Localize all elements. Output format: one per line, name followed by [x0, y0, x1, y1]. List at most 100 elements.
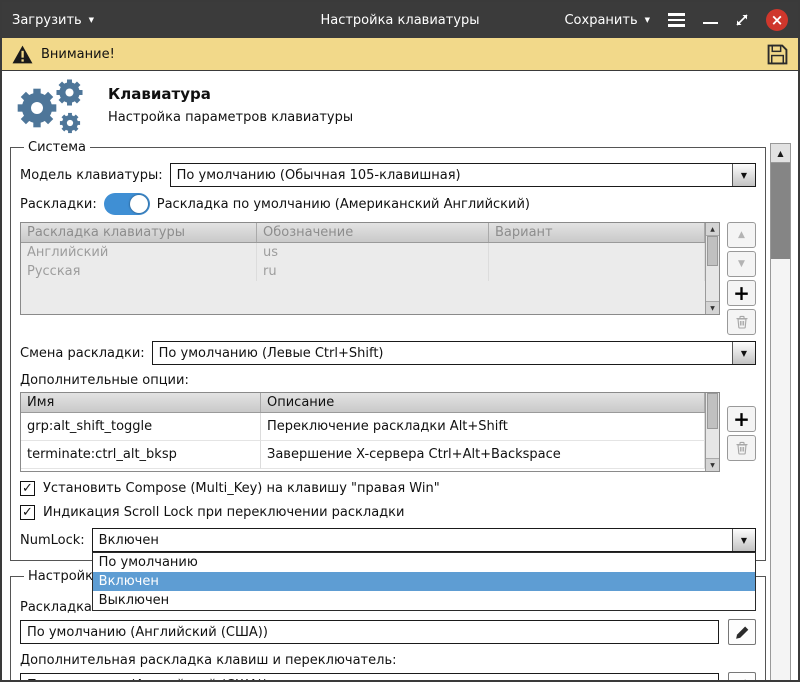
chevron-down-icon: ▼	[645, 17, 650, 24]
column-header: Имя	[21, 393, 261, 412]
layouts-table-scrollbar[interactable]: ▲ ▼	[705, 223, 719, 314]
edit-extra-layout-button[interactable]	[728, 672, 756, 682]
layouts-table-buttons: ▲ ▼ +	[727, 222, 756, 335]
layouts-label: Раскладки:	[20, 197, 97, 212]
menu-icon[interactable]	[666, 10, 687, 30]
console-layout-field[interactable]: По умолчанию (Английский (США))	[20, 620, 719, 644]
cell-option-desc: Завершение X-сервера Ctrl+Alt+Backspace	[261, 441, 705, 469]
scroll-up-icon[interactable]: ▲	[706, 223, 719, 236]
titlebar-controls: Сохранить ▼ ×	[564, 9, 788, 31]
numlock-dropdown-list: По умолчанию Включен Выключен	[92, 552, 756, 611]
table-row: Русская ru	[21, 262, 705, 281]
chevron-down-icon[interactable]: ▼	[732, 529, 755, 551]
numlock-select[interactable]: Включен ▼	[92, 528, 756, 552]
load-menu-button[interactable]: Загрузить ▼	[12, 13, 94, 28]
save-label: Сохранить	[564, 13, 637, 28]
check-icon: ✓	[22, 506, 33, 519]
extra-options-label: Дополнительные опции:	[20, 373, 756, 388]
system-legend: Система	[24, 140, 90, 155]
pencil-icon	[735, 625, 750, 640]
extra-layout-label: Дополнительная раскладка клавиш и перекл…	[20, 653, 756, 668]
close-glyph: ×	[771, 13, 784, 28]
layouts-table-header: Раскладка клавиатуры Обозначение Вариант	[21, 223, 705, 243]
save-menu-button[interactable]: Сохранить ▼	[564, 13, 650, 28]
scroll-thumb[interactable]	[707, 236, 718, 266]
minimize-icon[interactable]	[703, 22, 718, 25]
column-header: Обозначение	[257, 223, 489, 242]
scroll-thumb[interactable]	[707, 393, 718, 429]
table-row[interactable]: grp:alt_shift_toggle Переключение раскла…	[21, 413, 705, 441]
numlock-label: NumLock:	[20, 533, 85, 548]
extra-options-buttons: +	[727, 392, 756, 461]
scroll-thumb[interactable]	[771, 163, 790, 259]
move-up-button: ▲	[727, 222, 756, 248]
console-layout-value: По умолчанию (Английский (США))	[27, 625, 268, 640]
pencil-icon	[735, 678, 750, 682]
page-header: Клавиатура Настройка параметров клавиату…	[2, 71, 798, 138]
column-header: Вариант	[489, 223, 705, 242]
scroll-up-icon[interactable]: ▲	[771, 144, 790, 163]
switch-layout-value: По умолчанию (Левые Ctrl+Shift)	[153, 342, 732, 364]
extra-layout-field[interactable]: По умолчанию (Английский (США))	[20, 673, 719, 682]
scrolllock-checkbox-label: Индикация Scroll Lock при переключении р…	[43, 505, 404, 520]
table-row[interactable]: terminate:ctrl_alt_bksp Завершение X-сер…	[21, 441, 705, 469]
layouts-table: Раскладка клавиатуры Обозначение Вариант…	[20, 222, 720, 315]
numlock-option-on[interactable]: Включен	[93, 572, 755, 591]
table-row: Английский us	[21, 243, 705, 262]
cell-variant	[489, 262, 705, 281]
extra-options-scrollbar[interactable]: ▼	[705, 393, 719, 471]
warning-icon	[12, 45, 33, 64]
delete-layout-button	[727, 309, 756, 335]
chevron-down-icon[interactable]: ▼	[732, 164, 755, 186]
add-layout-button[interactable]: +	[727, 280, 756, 306]
switch-layout-label: Смена раскладки:	[20, 346, 145, 361]
add-option-button[interactable]: +	[727, 406, 756, 432]
cell-layout: Русская	[21, 262, 257, 281]
default-layout-toggle[interactable]	[104, 193, 150, 215]
toggle-knob	[130, 195, 148, 213]
keyboard-model-value: По умолчанию (Обычная 105-клавишная)	[171, 164, 732, 186]
check-icon: ✓	[22, 482, 33, 495]
page-title: Клавиатура	[108, 85, 353, 103]
warning-bar: Внимание!	[2, 38, 798, 71]
numlock-option-default[interactable]: По умолчанию	[93, 553, 755, 572]
trash-icon	[735, 441, 749, 455]
numlock-value: Включен	[93, 529, 732, 551]
keyboard-model-label: Модель клавиатуры:	[20, 168, 163, 183]
delete-option-button	[727, 435, 756, 461]
edit-console-layout-button[interactable]	[728, 619, 756, 645]
switch-layout-select[interactable]: По умолчанию (Левые Ctrl+Shift) ▼	[152, 341, 756, 365]
maximize-icon[interactable]	[734, 12, 750, 28]
warning-text: Внимание!	[41, 47, 115, 62]
save-file-icon[interactable]	[767, 44, 788, 65]
extra-layout-value: По умолчанию (Английский (США))	[27, 678, 268, 682]
cell-option-name: grp:alt_shift_toggle	[21, 413, 261, 441]
column-header: Раскладка клавиатуры	[21, 223, 257, 242]
layouts-toggle-text: Раскладка по умолчанию (Американский Анг…	[157, 197, 530, 212]
trash-icon	[735, 315, 749, 329]
main-scrollbar[interactable]: ▲ ▼	[770, 143, 791, 682]
keyboard-settings-window: Загрузить ▼ Настройка клавиатуры Сохрани…	[0, 0, 800, 682]
keyboard-model-select[interactable]: По умолчанию (Обычная 105-клавишная) ▼	[170, 163, 756, 187]
close-icon[interactable]: ×	[766, 9, 788, 31]
extra-options-table-header: Имя Описание	[21, 393, 705, 413]
load-label: Загрузить	[12, 13, 82, 28]
column-header: Описание	[261, 393, 705, 412]
page-header-text: Клавиатура Настройка параметров клавиату…	[108, 85, 353, 125]
extra-options-table: Имя Описание grp:alt_shift_toggle Перекл…	[20, 392, 720, 472]
cell-variant	[489, 243, 705, 262]
chevron-down-icon[interactable]: ▼	[732, 342, 755, 364]
chevron-down-icon: ▼	[89, 17, 94, 24]
cell-code: ru	[257, 262, 489, 281]
content-area: Система Модель клавиатуры: По умолчанию …	[2, 138, 798, 682]
scrolllock-checkbox[interactable]: ✓	[20, 505, 35, 520]
scroll-down-icon[interactable]: ▼	[706, 458, 719, 471]
cell-layout: Английский	[21, 243, 257, 262]
cell-code: us	[257, 243, 489, 262]
page-subtitle: Настройка параметров клавиатуры	[108, 110, 353, 125]
gears-icon	[12, 74, 90, 136]
compose-checkbox[interactable]: ✓	[20, 481, 35, 496]
numlock-option-off[interactable]: Выключен	[93, 591, 755, 610]
scroll-down-icon[interactable]: ▼	[706, 301, 719, 314]
move-down-button: ▼	[727, 251, 756, 277]
